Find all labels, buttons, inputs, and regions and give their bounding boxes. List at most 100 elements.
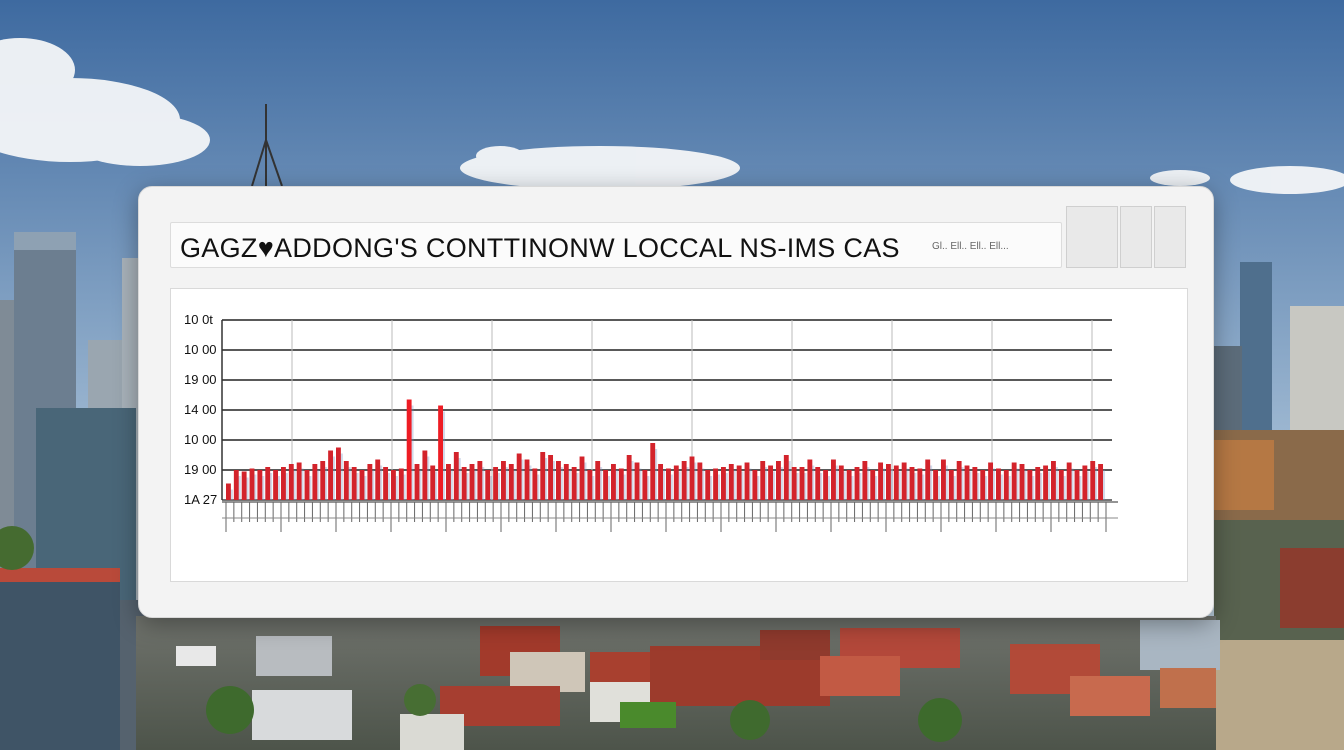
bar xyxy=(988,462,994,500)
bar xyxy=(265,467,271,500)
bar xyxy=(941,459,946,500)
bar xyxy=(556,461,561,500)
bar xyxy=(618,468,624,500)
bar xyxy=(831,459,836,500)
bar xyxy=(972,467,978,500)
bar xyxy=(807,459,813,500)
bar xyxy=(752,470,758,500)
left-building xyxy=(0,568,120,750)
bar xyxy=(446,464,451,500)
bar xyxy=(508,464,514,500)
bar xyxy=(1043,465,1049,500)
bar xyxy=(359,470,365,500)
bar xyxy=(634,462,640,500)
right-tower xyxy=(1240,262,1272,432)
bar xyxy=(697,462,703,500)
bar xyxy=(893,465,899,500)
bar xyxy=(233,470,239,500)
bar xyxy=(383,467,389,500)
bars xyxy=(226,399,1106,500)
bar xyxy=(1058,470,1064,500)
bar xyxy=(901,462,907,500)
bar xyxy=(933,470,939,500)
bar xyxy=(673,465,679,500)
bar xyxy=(328,450,334,500)
bar xyxy=(846,470,852,500)
bar xyxy=(862,461,868,500)
y-tick-label: 10 00 xyxy=(184,342,217,357)
bar xyxy=(823,470,829,500)
bar xyxy=(980,470,986,500)
bar xyxy=(791,467,797,500)
y-tick-label: 10 00 xyxy=(184,432,217,447)
bar xyxy=(768,465,774,500)
bar xyxy=(375,459,381,500)
window-control-middle[interactable] xyxy=(1120,206,1152,268)
bar xyxy=(886,464,891,500)
bar xyxy=(485,470,491,500)
bar xyxy=(744,462,750,500)
bar xyxy=(854,467,860,500)
bar xyxy=(666,468,671,500)
bar xyxy=(783,455,789,500)
bar xyxy=(760,461,766,500)
bar xyxy=(1003,470,1009,500)
bar xyxy=(391,470,396,500)
bar xyxy=(964,465,970,500)
bar xyxy=(579,456,585,500)
bar xyxy=(312,464,318,500)
bar xyxy=(996,468,1001,500)
bar xyxy=(296,462,302,500)
bar xyxy=(493,467,499,500)
bar xyxy=(1035,467,1041,500)
bar xyxy=(658,464,664,500)
bar xyxy=(917,468,923,500)
bar xyxy=(288,464,294,500)
bar xyxy=(1011,462,1017,500)
bar xyxy=(548,455,554,500)
bar xyxy=(351,467,357,500)
bar xyxy=(241,471,247,500)
bar xyxy=(909,467,915,500)
window-control-right[interactable] xyxy=(1154,206,1186,268)
bar xyxy=(611,464,616,500)
y-tick-label: 19 00 xyxy=(184,462,217,477)
bar xyxy=(226,483,231,500)
bar-chart: 10 0t 10 00 19 00 14 00 10 00 19 00 1A 27 xyxy=(184,312,1118,532)
bar xyxy=(713,468,719,500)
bar xyxy=(249,468,255,500)
bar xyxy=(281,467,286,500)
y-tick-label: 14 00 xyxy=(184,402,217,417)
x-axis-ticks xyxy=(222,501,1118,532)
y-tick-label: 19 00 xyxy=(184,372,217,387)
y-tick-labels: 10 0t 10 00 19 00 14 00 10 00 19 00 1A 27 xyxy=(184,312,217,507)
bar xyxy=(414,464,420,500)
y-tick-label: 1A 27 xyxy=(184,492,217,507)
bar xyxy=(367,464,373,500)
window-controls xyxy=(1066,206,1188,268)
bar xyxy=(705,470,711,500)
bar xyxy=(406,399,412,500)
bar xyxy=(304,470,310,500)
bar xyxy=(689,456,695,500)
bar xyxy=(1082,465,1088,500)
bar xyxy=(595,461,601,500)
bar xyxy=(587,470,593,500)
bar xyxy=(815,467,821,500)
bar xyxy=(273,470,279,500)
bar xyxy=(343,461,349,500)
bar xyxy=(320,461,326,500)
bar xyxy=(870,470,876,500)
bar xyxy=(477,461,483,500)
bar xyxy=(453,452,459,500)
bar xyxy=(563,464,569,500)
chart-title: GAGZ♥ADDONG'S CONTTINONW LOCCAL NS-IMS C… xyxy=(180,233,900,263)
bar xyxy=(1098,464,1104,500)
bar xyxy=(1090,461,1096,500)
bar xyxy=(1027,470,1033,500)
bar xyxy=(524,459,530,500)
bar xyxy=(461,467,467,500)
window-control-left[interactable] xyxy=(1066,206,1118,268)
bar xyxy=(776,461,781,500)
y-tick-label: 10 0t xyxy=(184,312,213,327)
